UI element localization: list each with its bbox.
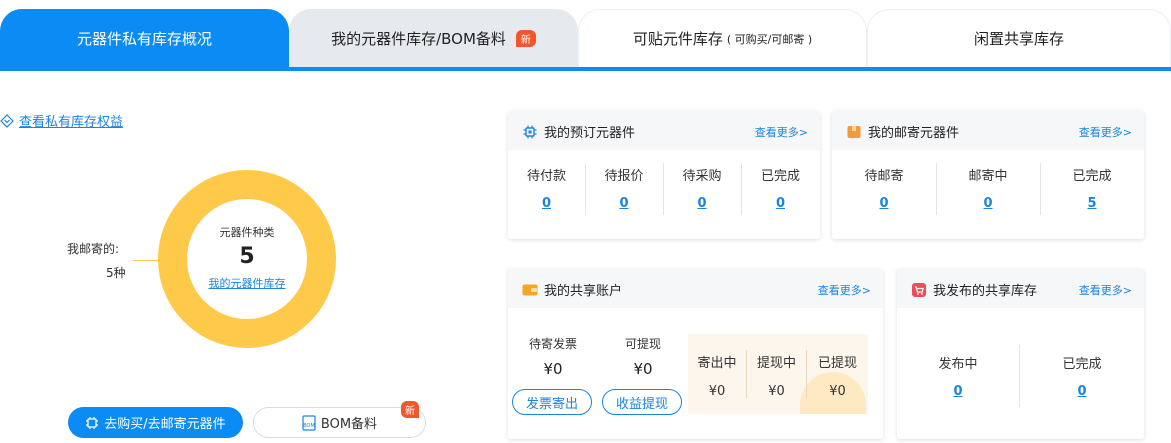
published-shared-stock-card: 我发布的共享库存 查看更多> 发布中 0 已完成 0 (897, 269, 1144, 439)
flow-value: ¥0 (829, 384, 846, 399)
tab-label: 可贴元件库存 (632, 30, 723, 48)
wallet-icon (522, 284, 538, 295)
card-title: 我的预订元器件 (522, 122, 635, 141)
buy-mail-components-button[interactable]: 去购买/去邮寄元器件 (68, 407, 243, 438)
flow-value: ¥0 (768, 384, 785, 399)
card-title: 我的共享账户 (522, 280, 622, 299)
card-header: 我的预订元器件 查看更多> (508, 111, 820, 150)
new-badge: 新 (401, 401, 419, 418)
stat-pending-mail: 待邮寄 0 (832, 165, 936, 211)
stat-value[interactable]: 0 (936, 196, 1040, 211)
reserved-components-card: 我的预订元器件 查看更多> 待付款 0 待报价 0 待采购 0 已完成 0 (508, 111, 820, 239)
legend-line (133, 260, 160, 261)
tab-label: 我的元器件库存/BOM备料 (331, 30, 506, 48)
stat-label: 已完成 (760, 169, 800, 184)
tab-label: 闲置共享库存 (973, 30, 1064, 48)
package-icon (847, 125, 861, 138)
withdraw-earnings-button[interactable]: 收益提现 (602, 389, 682, 415)
legend-value: 5种 (106, 266, 126, 280)
stat-pending-purchase: 待采购 0 (663, 165, 741, 211)
flow-label: 寄出中 (697, 356, 737, 371)
tab-underline (0, 67, 1171, 71)
stat-publishing: 发布中 0 (897, 353, 1019, 399)
svg-text:BOM: BOM (303, 423, 315, 429)
bom-button-label: BOM备料 (320, 417, 378, 432)
view-more-link[interactable]: 查看更多> (1079, 124, 1132, 140)
benefit-link-label: 查看私有库存权益 (19, 115, 124, 130)
view-benefits-link[interactable]: 查看私有库存权益 (0, 111, 123, 130)
stat-value[interactable]: 0 (508, 196, 585, 211)
chip-icon (86, 416, 99, 429)
flow-label: 提现中 (756, 356, 796, 371)
stat-value[interactable]: 0 (741, 196, 820, 211)
stat-label: 发布中 (938, 357, 978, 372)
stat-label: 邮寄中 (968, 169, 1008, 184)
flow-withdrawn: 已提现 ¥0 (807, 352, 868, 399)
pending-invoice-label: 待寄发票 (528, 337, 577, 351)
stat-label: 待报价 (604, 169, 644, 184)
stat-pending-payment: 待付款 0 (508, 165, 585, 211)
pending-invoice-value: ¥0 (543, 360, 563, 378)
withdrawable-label: 可提现 (624, 337, 661, 351)
flow-withdrawing: 提现中 ¥0 (747, 352, 806, 399)
stat-completed: 已完成 0 (741, 165, 820, 211)
card-title: 我的邮寄元器件 (846, 122, 959, 141)
stat-mailing: 邮寄中 0 (936, 165, 1040, 211)
donut-kind-label: 元器件种类 (219, 226, 275, 239)
tab-mountable-stock[interactable]: 可贴元件库存 ( 可购买/可邮寄 ) (578, 9, 867, 67)
stat-label: 待采购 (682, 169, 722, 184)
tab-bar: 元器件私有库存概况 我的元器件库存/BOM备料 新 可贴元件库存 ( 可购买/可… (0, 0, 1171, 71)
stat-value[interactable]: 0 (585, 196, 663, 211)
flow-value: ¥0 (708, 384, 726, 399)
stat-value[interactable]: 0 (1020, 384, 1144, 399)
donut-center: 元器件种类 5 我的元器件库存 (187, 199, 307, 319)
stat-pending-quote: 待报价 0 (585, 165, 663, 211)
chip-icon (523, 125, 537, 138)
card-title: 我发布的共享库存 (911, 280, 1037, 299)
tab-idle-shared-stock[interactable]: 闲置共享库存 (867, 9, 1171, 67)
card-title-text: 我的共享账户 (544, 284, 623, 299)
stat-completed: 已完成 0 (1020, 353, 1144, 399)
tab-my-stock-bom[interactable]: 我的元器件库存/BOM备料 新 (289, 9, 578, 67)
stat-label: 待付款 (526, 169, 566, 184)
card-title-text: 我的预订元器件 (544, 126, 636, 141)
tab-label: 元器件私有库存概况 (76, 30, 212, 48)
view-more-link[interactable]: 查看更多> (818, 282, 871, 298)
card-header: 我的邮寄元器件 查看更多> (832, 111, 1144, 150)
donut-count: 5 (239, 244, 255, 269)
card-header: 我发布的共享库存 查看更多> (897, 269, 1144, 308)
stat-value[interactable]: 5 (1040, 196, 1144, 211)
mailed-components-card: 我的邮寄元器件 查看更多> 待邮寄 0 邮寄中 0 已完成 5 (832, 111, 1144, 239)
send-invoice-button[interactable]: 发票寄出 (512, 389, 592, 415)
legend-label: 我邮寄的: (67, 242, 120, 256)
flow-sending: 寄出中 ¥0 (688, 352, 746, 399)
stat-value[interactable]: 0 (663, 196, 741, 211)
tab-private-stock-overview[interactable]: 元器件私有库存概况 (0, 9, 289, 67)
stat-value[interactable]: 0 (897, 384, 1019, 399)
my-stock-link[interactable]: 我的元器件库存 (187, 275, 307, 291)
new-badge: 新 (515, 30, 536, 47)
stat-label: 已完成 (1072, 169, 1112, 184)
view-more-link[interactable]: 查看更多> (755, 124, 808, 140)
tab-sublabel: ( 可购买/可邮寄 ) (726, 32, 813, 46)
withdrawable-value: ¥0 (633, 360, 653, 378)
stat-label: 已完成 (1062, 357, 1102, 372)
cart-icon (912, 282, 926, 297)
stat-label: 待邮寄 (864, 169, 904, 184)
stat-completed: 已完成 5 (1040, 165, 1144, 211)
stat-value[interactable]: 0 (832, 196, 936, 211)
card-header: 我的共享账户 查看更多> (508, 269, 883, 308)
view-more-link[interactable]: 查看更多> (1079, 282, 1132, 298)
chevron-down-circle-icon (0, 113, 14, 128)
buy-button-label: 去购买/去邮寄元器件 (104, 417, 226, 432)
card-title-text: 我的邮寄元器件 (868, 126, 960, 141)
flow-label: 已提现 (817, 356, 857, 371)
bom-icon: BOM (302, 414, 316, 431)
card-title-text: 我发布的共享库存 (933, 284, 1038, 299)
